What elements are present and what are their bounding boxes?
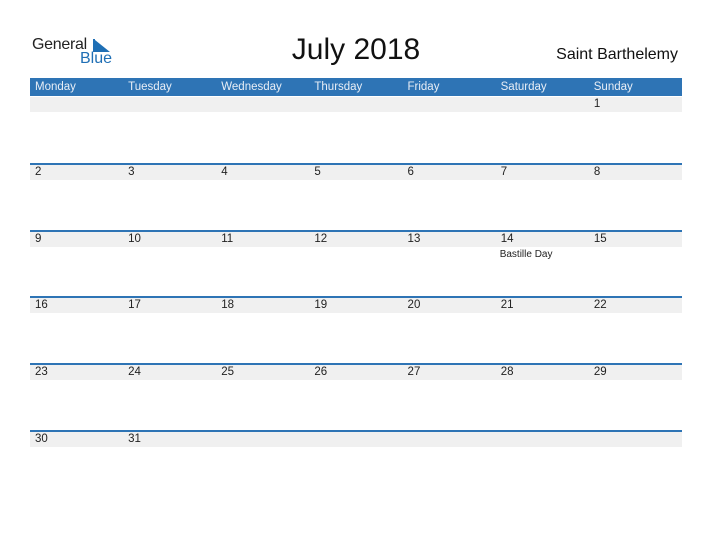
day-number: 9 <box>35 233 42 245</box>
day-number: 27 <box>407 366 421 378</box>
day-number: 25 <box>221 366 235 378</box>
day-cell[interactable]: 31 <box>123 432 216 498</box>
day-cell[interactable]: 20 <box>403 298 496 364</box>
day-cell[interactable]: 1 <box>589 97 682 163</box>
day-cell[interactable]: 28 <box>496 365 589 431</box>
day-cell <box>589 432 682 498</box>
holiday-label: Bastille Day <box>499 249 553 260</box>
day-number: 17 <box>128 299 141 311</box>
day-number: 28 <box>500 366 514 378</box>
day-cell[interactable]: 17 <box>123 298 216 364</box>
weekday-header: Monday Tuesday Wednesday Thursday Friday… <box>30 78 682 96</box>
day-number: 5 <box>314 166 321 178</box>
day-number: 6 <box>407 166 414 178</box>
day-number: 2 <box>35 166 42 178</box>
day-cell[interactable]: 15 <box>589 232 682 298</box>
country-label: Saint Barthelemy <box>556 46 678 63</box>
day-cell <box>30 97 123 163</box>
day-cell[interactable]: 26 <box>309 365 402 431</box>
day-cell[interactable]: 27 <box>403 365 496 431</box>
day-cell[interactable]: 3 <box>123 165 216 231</box>
day-cell <box>496 97 589 163</box>
day-number: 20 <box>407 299 421 311</box>
weekday-saturday: Saturday <box>500 81 547 93</box>
day-cell[interactable]: 2 <box>30 165 123 231</box>
day-number: 24 <box>128 366 141 378</box>
day-cell[interactable]: 5 <box>309 165 402 231</box>
week-row: 16 17 18 19 20 21 22 <box>30 296 682 364</box>
week-row: 2 3 4 5 6 7 8 <box>30 163 682 231</box>
day-number: 7 <box>500 166 508 178</box>
day-number: 30 <box>35 433 48 445</box>
weekday-monday: Monday <box>35 81 76 93</box>
day-cell[interactable]: 4 <box>216 165 309 231</box>
day-number: 23 <box>35 366 48 378</box>
day-number: 3 <box>128 166 135 178</box>
day-number: 29 <box>593 366 607 378</box>
day-cell <box>309 97 402 163</box>
day-cell[interactable]: 11 <box>216 232 309 298</box>
day-number: 21 <box>500 299 514 311</box>
day-cell[interactable]: 7 <box>496 165 589 231</box>
week-row: 9 10 11 12 13 14 Bastille Day 15 <box>30 230 682 298</box>
day-number: 15 <box>593 233 607 245</box>
day-number: 31 <box>128 433 141 445</box>
weekday-wednesday: Wednesday <box>221 81 282 93</box>
day-cell <box>216 432 309 498</box>
day-number: 16 <box>35 299 48 311</box>
day-number: 4 <box>221 166 228 178</box>
day-number: 10 <box>128 233 141 245</box>
day-number: 1 <box>593 98 601 110</box>
day-cell[interactable]: 24 <box>123 365 216 431</box>
day-cell[interactable]: 16 <box>30 298 123 364</box>
week-row: 23 24 25 26 27 28 29 <box>30 363 682 431</box>
day-number: 12 <box>314 233 328 245</box>
weekday-sunday: Sunday <box>593 81 633 93</box>
day-cell <box>123 97 216 163</box>
day-cell[interactable]: 9 <box>30 232 123 298</box>
weekday-tuesday: Tuesday <box>128 81 172 93</box>
day-cell[interactable]: 13 <box>403 232 496 298</box>
day-cell[interactable]: 12 <box>309 232 402 298</box>
day-number: 8 <box>593 166 601 178</box>
day-cell[interactable]: 18 <box>216 298 309 364</box>
day-cell[interactable]: 19 <box>309 298 402 364</box>
weekday-thursday: Thursday <box>314 81 363 93</box>
day-cell[interactable]: 21 <box>496 298 589 364</box>
day-cell[interactable]: 22 <box>589 298 682 364</box>
day-cell[interactable]: 30 <box>30 432 123 498</box>
day-cell <box>403 432 496 498</box>
day-cell <box>309 432 402 498</box>
day-cell <box>496 432 589 498</box>
day-number: 18 <box>221 299 235 311</box>
day-number: 13 <box>407 233 421 245</box>
day-cell[interactable]: 8 <box>589 165 682 231</box>
day-cell <box>216 97 309 163</box>
day-cell[interactable]: 25 <box>216 365 309 431</box>
weekday-friday: Friday <box>407 81 440 93</box>
day-number: 11 <box>221 233 234 245</box>
day-cell[interactable]: 10 <box>123 232 216 298</box>
day-number: 22 <box>593 299 607 311</box>
day-number: 14 <box>500 233 514 245</box>
day-number: 19 <box>314 299 328 311</box>
day-cell <box>403 97 496 163</box>
day-cell[interactable]: 6 <box>403 165 496 231</box>
day-cell[interactable]: 14 Bastille Day <box>496 232 589 298</box>
day-cell[interactable]: 29 <box>589 365 682 431</box>
day-number: 26 <box>314 366 328 378</box>
day-cell[interactable]: 23 <box>30 365 123 431</box>
week-row: 30 31 <box>30 430 682 498</box>
week-row: 1 <box>30 97 682 163</box>
